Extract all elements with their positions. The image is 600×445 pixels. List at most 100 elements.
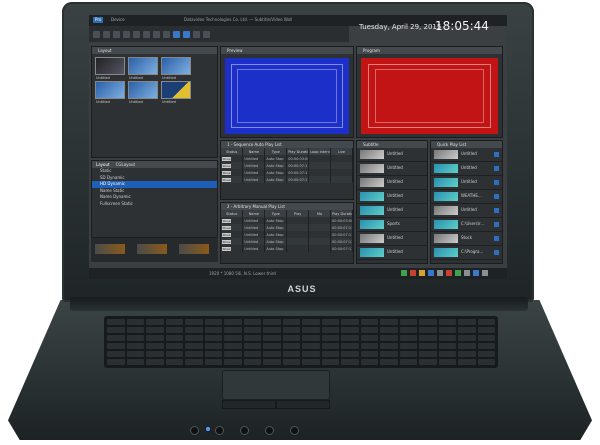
show-button[interactable]: Show <box>222 239 231 244</box>
play-icon[interactable] <box>173 30 180 38</box>
show-button[interactable]: Show <box>222 225 231 230</box>
subtitle-item[interactable]: Untitled <box>357 162 427 176</box>
show-button[interactable]: Show <box>222 156 231 161</box>
play-icon[interactable] <box>494 194 499 199</box>
subtitle-item[interactable]: Untitled <box>357 232 427 246</box>
layout-thumbnail[interactable]: Untitled <box>95 57 125 80</box>
table-row[interactable]: Show Untitled Auto Stop 00:00:07:11 <box>221 162 353 169</box>
table-row[interactable]: Show Untitled Auto Stop 00:00:03:00 <box>221 155 353 162</box>
column-header[interactable]: Mo <box>308 210 332 217</box>
layout-thumbnail[interactable]: Untitled <box>95 81 125 104</box>
new-icon[interactable] <box>93 30 100 38</box>
touchpad-left-button[interactable] <box>222 400 276 409</box>
layout-thumbnail[interactable]: Untitled <box>128 81 158 104</box>
table-row[interactable]: Show Untitled Auto Stop 00:00:07:11 <box>221 176 353 183</box>
cell-duration: 00:00:03:00 <box>330 217 353 224</box>
cell-loop <box>308 162 332 169</box>
tab-cglayout[interactable]: CGLayout <box>116 161 136 168</box>
show-button[interactable]: Show <box>222 163 231 168</box>
column-header[interactable]: Status <box>221 210 244 217</box>
quick-playlist-item[interactable]: Untitled <box>431 162 502 176</box>
copy-icon[interactable] <box>133 30 140 38</box>
column-header[interactable]: Play <box>286 210 310 217</box>
table-row[interactable]: Show Untitled Auto Stop 00:00:07:11 <box>221 169 353 176</box>
gear-icon[interactable] <box>437 270 443 276</box>
lower-third-thumbnail[interactable] <box>137 244 167 254</box>
thumbnail-label: Untitled <box>96 76 110 80</box>
quick-playlist-item[interactable]: Stock <box>431 232 502 246</box>
show-button[interactable]: Show <box>222 218 231 223</box>
show-button[interactable]: Show <box>222 246 231 251</box>
quick-playlist-item[interactable]: C:\Users\r... <box>431 218 502 232</box>
play-icon[interactable] <box>494 250 499 255</box>
quick-item-label: C:\Progra... <box>461 249 484 254</box>
play-icon[interactable] <box>455 270 461 276</box>
app-menu-device[interactable]: Device <box>111 17 125 23</box>
column-header[interactable]: Type <box>264 148 288 155</box>
show-button[interactable]: Show <box>222 177 231 182</box>
column-header[interactable]: Type <box>264 210 288 217</box>
subtitle-item[interactable]: Untitled <box>357 176 427 190</box>
save-icon[interactable] <box>113 30 120 38</box>
settings-icon[interactable] <box>482 270 488 276</box>
lower-third-thumbnail[interactable] <box>179 244 209 254</box>
open-icon[interactable] <box>103 30 110 38</box>
cut-icon[interactable] <box>123 30 130 38</box>
monitor-icon[interactable] <box>428 270 434 276</box>
cell-type: Auto Stop <box>264 217 288 224</box>
show-button[interactable]: Show <box>222 170 231 175</box>
table-row[interactable]: Show Untitled Auto Stop 00:00:07:11 <box>221 231 353 238</box>
layout-list-item[interactable]: Fullscreen Static <box>92 201 217 208</box>
play-icon[interactable] <box>494 166 499 171</box>
volume-icon[interactable] <box>464 270 470 276</box>
layout-thumbnail[interactable]: Untitled <box>128 57 158 80</box>
record-icon[interactable] <box>446 270 452 276</box>
play-icon[interactable] <box>494 208 499 213</box>
play-icon[interactable] <box>494 236 499 241</box>
quick-playlist-item[interactable]: WEATHE... <box>431 190 502 204</box>
layout-panel-title: Layout <box>92 47 217 54</box>
column-header[interactable]: Name <box>242 148 266 155</box>
stop-icon[interactable] <box>183 30 190 38</box>
cell-duration: 00:00:03:00 <box>286 155 310 162</box>
network-icon[interactable] <box>401 270 407 276</box>
alert-icon[interactable] <box>410 270 416 276</box>
quick-playlist-item[interactable]: Untitled <box>431 176 502 190</box>
column-header[interactable]: Status <box>221 148 244 155</box>
cell-duration: 00:00:07:11 <box>330 231 353 238</box>
lower-third-thumbnail[interactable] <box>95 244 125 254</box>
column-header[interactable]: Loop Interval <box>308 148 332 155</box>
column-header[interactable]: Play Duration <box>286 148 310 155</box>
folder-icon[interactable] <box>419 270 425 276</box>
settings-icon[interactable] <box>203 30 210 38</box>
table-row[interactable]: Show Untitled Auto Stop 00:00:07:11 <box>221 238 353 245</box>
show-button[interactable]: Show <box>222 232 231 237</box>
table-row[interactable]: Show Untitled Auto Stop 00:00:07:11 <box>221 224 353 231</box>
table-row[interactable]: Show Untitled Auto Stop 00:00:07:11 <box>221 245 353 252</box>
quick-playlist-item[interactable]: Untitled <box>431 204 502 218</box>
play-icon[interactable] <box>494 180 499 185</box>
subtitle-item[interactable]: Untitled <box>357 246 427 260</box>
quick-playlist-item[interactable]: Untitled <box>431 148 502 162</box>
subtitle-item[interactable]: Sports <box>357 218 427 232</box>
tab-layout[interactable]: Layout <box>96 161 110 168</box>
touchpad-right-button[interactable] <box>276 400 330 409</box>
layout-thumbnail[interactable]: Untitled <box>161 81 191 104</box>
info-icon[interactable] <box>473 270 479 276</box>
subtitle-item[interactable]: Untitled <box>357 204 427 218</box>
redo-icon[interactable] <box>163 30 170 38</box>
play-icon[interactable] <box>494 152 499 157</box>
column-header[interactable]: Name <box>242 210 266 217</box>
subtitle-item[interactable]: Untitled <box>357 190 427 204</box>
touchpad[interactable] <box>222 370 330 400</box>
quick-playlist-item[interactable]: C:\Progra... <box>431 246 502 260</box>
subtitle-item[interactable]: Untitled <box>357 148 427 162</box>
column-header[interactable]: Play Duration <box>330 210 353 217</box>
play-icon[interactable] <box>494 222 499 227</box>
next-icon[interactable] <box>193 30 200 38</box>
paste-icon[interactable] <box>143 30 150 38</box>
layout-thumbnail[interactable]: Untitled <box>161 57 191 80</box>
column-header[interactable]: Live <box>330 148 353 155</box>
table-row[interactable]: Show Untitled Auto Stop 00:00:03:00 <box>221 217 353 224</box>
undo-icon[interactable] <box>153 30 160 38</box>
